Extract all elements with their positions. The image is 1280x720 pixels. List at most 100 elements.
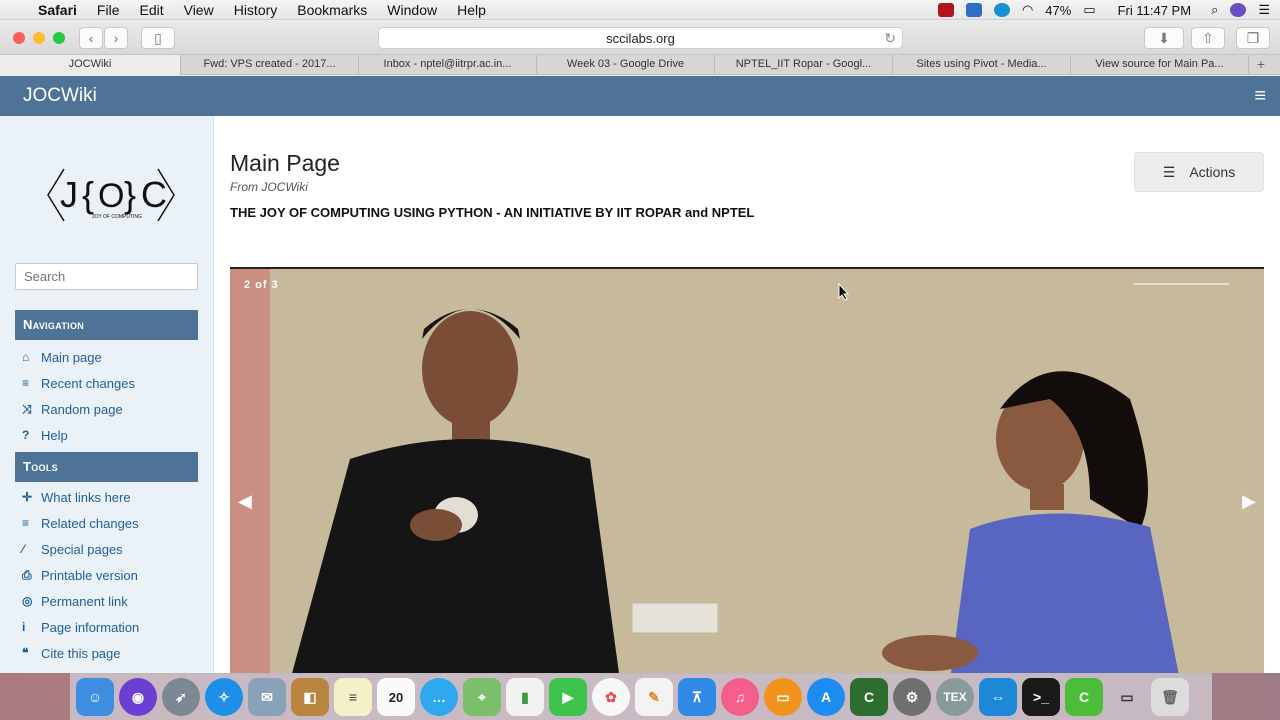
sidebar-item-label[interactable]: Help <box>41 428 68 443</box>
wifi-icon[interactable]: ◠ <box>1022 2 1033 18</box>
spotlight-search-icon[interactable]: ⌕ <box>1211 2 1218 18</box>
finder-icon[interactable]: ☺ <box>76 678 114 716</box>
mail-icon[interactable]: ✉ <box>248 678 286 716</box>
joc-logo[interactable]: J { O } C JOY OF COMPUTING <box>44 164 178 226</box>
terminal-icon[interactable]: >_ <box>1022 678 1060 716</box>
tab-inbox[interactable]: Inbox - nptel@iitrpr.ac.in... <box>359 55 537 75</box>
menu-edit[interactable]: Edit <box>139 2 163 18</box>
sidebar-item-recent-changes[interactable]: ≡ Recent changes <box>22 373 135 393</box>
sidebar-toggle-icon[interactable]: ▯ <box>141 27 175 49</box>
sidebar-item-related-changes[interactable]: ≡ Related changes <box>22 513 139 533</box>
sidebar-item-printable-version[interactable]: ⎙ Printable version <box>22 565 138 585</box>
menu-window[interactable]: Window <box>387 2 437 18</box>
tab-fwd-vps[interactable]: Fwd: VPS created - 2017... <box>181 55 359 75</box>
downloads-icon[interactable]: ⬇ <box>1144 27 1184 49</box>
pages-icon[interactable]: ✎ <box>635 678 673 716</box>
sidebar-item-main-page[interactable]: ⌂ Main page <box>22 347 102 367</box>
siri-icon[interactable]: ◉ <box>119 678 157 716</box>
shazam-icon[interactable] <box>993 3 1010 17</box>
menu-help[interactable]: Help <box>457 2 486 18</box>
close-window-button[interactable] <box>13 32 25 44</box>
page-subtitle: From JOCWiki <box>230 180 308 194</box>
sidebar-item-page-information[interactable]: i Page information <box>22 617 139 637</box>
svg-text:}: } <box>124 174 136 215</box>
safari-icon[interactable]: ✧ <box>205 678 243 716</box>
notes-icon[interactable]: ≡ <box>334 678 372 716</box>
tab-sites-pivot[interactable]: Sites using Pivot - Media... <box>893 55 1071 75</box>
menu-app-name[interactable]: Safari <box>38 2 77 18</box>
menu-bookmarks[interactable]: Bookmarks <box>297 2 367 18</box>
back-button[interactable]: ‹ <box>79 27 103 49</box>
tab-nptel[interactable]: NPTEL_IIT Ropar - Googl... <box>715 55 893 75</box>
sidebar-item-label[interactable]: Main page <box>41 350 102 365</box>
sidebar-item-label[interactable]: Cite this page <box>41 646 121 661</box>
calendar-icon[interactable]: 20 <box>377 678 415 716</box>
previous-slide-icon[interactable]: ◀ <box>238 491 252 512</box>
camtasia-icon[interactable]: C <box>850 678 888 716</box>
sidebar-item-special-pages[interactable]: ⁄ Special pages <box>22 539 123 559</box>
keynote-icon[interactable]: ⊼ <box>678 678 716 716</box>
new-tab-button[interactable]: + <box>1249 55 1273 75</box>
sidebar-item-permanent-link[interactable]: ◎ Permanent link <box>22 591 128 611</box>
macos-menubar: Safari File Edit View History Bookmarks … <box>0 0 1280 20</box>
actions-button[interactable]: ☰ Actions <box>1134 152 1264 192</box>
share-icon[interactable]: ⇧ <box>1191 27 1225 49</box>
tab-jocwiki[interactable]: JOCWiki <box>0 55 181 75</box>
tools-heading: Tools <box>15 452 198 482</box>
sidebar-item-label[interactable]: Special pages <box>41 542 123 557</box>
tab-google-drive[interactable]: Week 03 - Google Drive <box>537 55 715 75</box>
menu-view[interactable]: View <box>184 2 214 18</box>
wiki-brand-link[interactable]: JOCWiki <box>23 85 97 107</box>
quote-icon: ❝ <box>22 646 29 660</box>
menu-icon: ☰ <box>1162 163 1176 180</box>
sidebar-item-label[interactable]: Related changes <box>41 516 139 531</box>
numbers-icon[interactable]: ▮ <box>506 678 544 716</box>
sidebar-item-label[interactable]: What links here <box>41 490 131 505</box>
facetime-icon[interactable]: ▶ <box>549 678 587 716</box>
user-avatar-icon[interactable] <box>1230 3 1247 17</box>
sidebar-item-label[interactable]: Printable version <box>41 568 138 583</box>
notification-center-icon[interactable]: ☰ <box>1258 2 1270 18</box>
search-input[interactable] <box>15 263 198 290</box>
launchpad-icon[interactable]: ➶ <box>162 678 200 716</box>
sidebar-item-cite-this-page[interactable]: ❝ Cite this page <box>22 643 121 663</box>
tab-view-source[interactable]: View source for Main Pa... <box>1071 55 1249 75</box>
sidebar-item-label[interactable]: Page information <box>41 620 139 635</box>
texshop-icon[interactable]: TEX <box>936 678 974 716</box>
clock[interactable]: Fri 11:47 PM <box>1118 3 1191 18</box>
maps-icon[interactable]: ⌖ <box>463 678 501 716</box>
ibooks-icon[interactable]: ▭ <box>764 678 802 716</box>
tab-overview-icon[interactable]: ❐ <box>1236 27 1270 49</box>
sidebar-item-label[interactable]: Recent changes <box>41 376 135 391</box>
image-slideshow[interactable]: 2 of 3 ◀ ▶ <box>230 267 1264 679</box>
menu-history[interactable]: History <box>234 2 278 18</box>
sidebar-item-label[interactable]: Permanent link <box>41 594 128 609</box>
teamviewer-icon[interactable]: ⇔ <box>979 678 1017 716</box>
camtasia-recorder-icon[interactable]: C <box>1065 678 1103 716</box>
sidebar-item-help[interactable]: ? Help <box>22 425 68 445</box>
system-preferences-icon[interactable]: ⚙ <box>893 678 931 716</box>
record-icon[interactable] <box>937 3 954 17</box>
menu-file[interactable]: File <box>97 2 120 18</box>
sidebar-item-what-links-here[interactable]: ✛ What links here <box>22 487 131 507</box>
minimize-window-button[interactable] <box>33 32 45 44</box>
itunes-icon[interactable]: ♫ <box>721 678 759 716</box>
next-slide-icon[interactable]: ▶ <box>1242 491 1256 512</box>
reload-icon[interactable]: ↻ <box>884 28 896 49</box>
address-bar[interactable]: sccilabs.org ↻ <box>378 27 903 49</box>
screen-recording-icon[interactable]: ▭ <box>1108 678 1146 716</box>
info-icon: i <box>22 620 26 634</box>
app-store-icon[interactable]: A <box>807 678 845 716</box>
zoom-window-button[interactable] <box>53 32 65 44</box>
skype-icon[interactable] <box>965 3 982 17</box>
photos-icon[interactable]: ✿ <box>592 678 630 716</box>
actions-label: Actions <box>1189 164 1236 180</box>
contacts-icon[interactable]: ◧ <box>291 678 329 716</box>
hamburger-menu-icon[interactable]: ≡ <box>1254 85 1266 108</box>
forward-button[interactable]: › <box>104 27 128 49</box>
trash-icon[interactable]: 🗑 <box>1151 678 1189 716</box>
messages-icon[interactable]: … <box>420 678 458 716</box>
battery-icon[interactable]: ▭ <box>1083 2 1095 18</box>
sidebar-item-label[interactable]: Random page <box>41 402 123 417</box>
sidebar-item-random-page[interactable]: ⤨ Random page <box>22 399 123 419</box>
